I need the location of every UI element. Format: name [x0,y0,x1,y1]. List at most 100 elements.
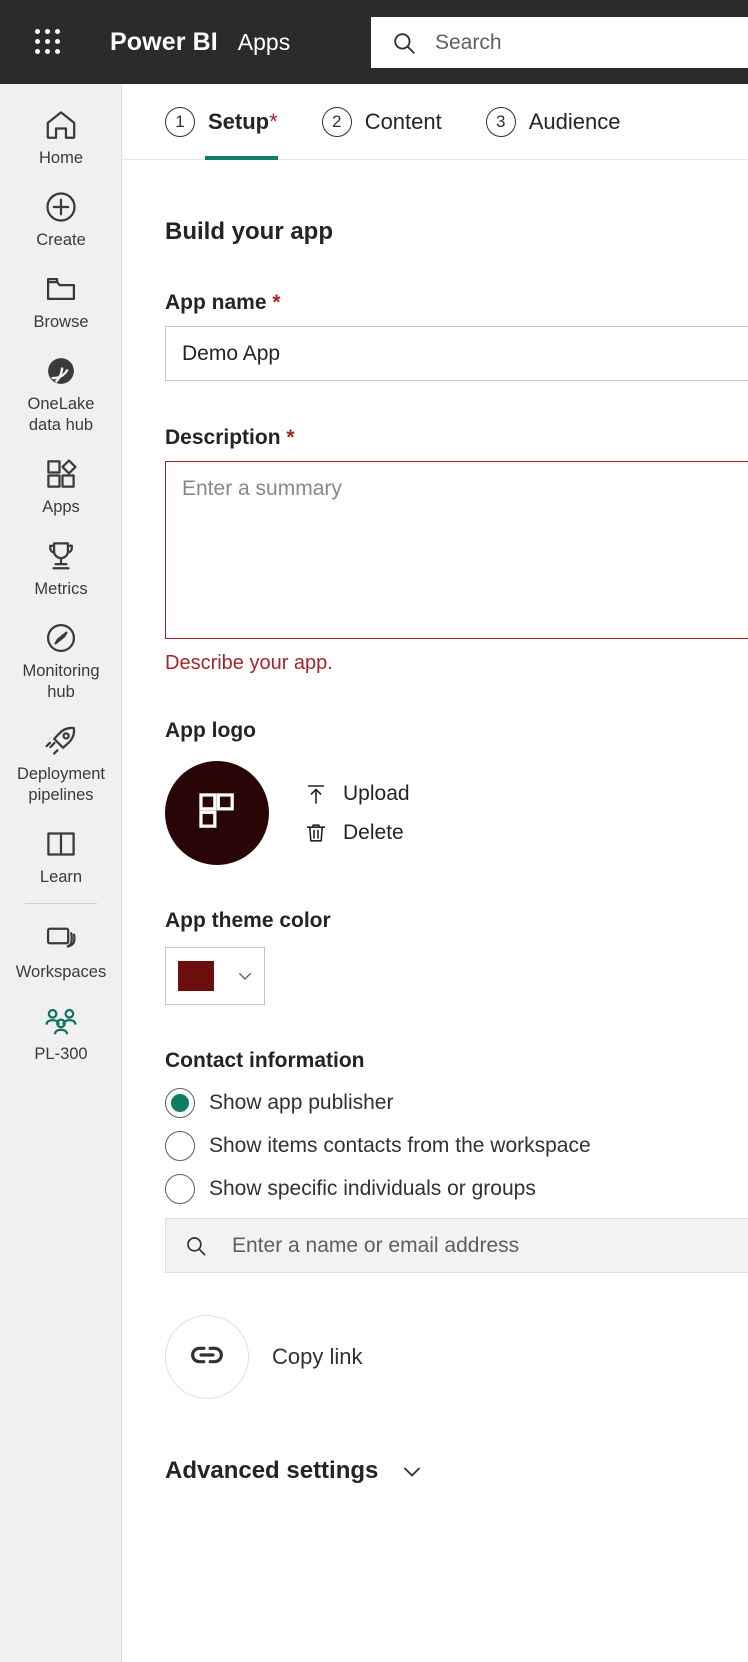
radio-show-app-publisher[interactable]: Show app publisher [165,1081,748,1124]
app-theme-color-picker[interactable] [165,947,265,1005]
page-title: Build your app [165,218,333,245]
required-asterisk: * [269,108,278,134]
upload-logo-button[interactable]: Upload [303,782,410,806]
sidebar-item-label: OneLake data hub [27,395,95,434]
description-error-message: Describe your app. [165,652,333,674]
compass-icon [43,618,79,658]
radio-button[interactable] [165,1087,195,1118]
advanced-settings-label: Advanced settings [165,1457,379,1484]
folder-icon [43,269,79,309]
home-icon [43,105,79,145]
app-logo-preview [165,761,269,865]
sidebar-item-label: Workspaces [15,963,107,981]
copy-link-label: Copy link [272,1344,363,1369]
radio-button[interactable] [165,1173,195,1204]
grid-waffle-icon[interactable] [28,22,68,62]
step-number: 2 [321,106,352,137]
radio-show-items-contacts[interactable]: Show items contacts from the workspace [165,1124,748,1167]
theme-color-swatch [178,961,214,991]
power-bi-app-window: Power BI Apps Search Home Create Browse … [0,0,748,1662]
sidebar-item-home[interactable]: Home [0,96,121,178]
link-icon [186,1334,228,1381]
app-name-label-text: App name [165,291,267,314]
step-number: 1 [165,106,195,137]
upload-logo-label: Upload [343,781,410,805]
contact-information-label: Contact information [165,1049,365,1072]
contact-information-radio-group: Show app publisher Show items contacts f… [165,1081,748,1210]
delete-logo-button[interactable]: Delete [303,821,410,845]
people-picker-placeholder: Enter a name or email address [232,1233,520,1257]
search-input[interactable]: Search [371,17,748,68]
setup-form: Build your app App name * Demo App Descr… [122,218,748,1485]
upload-arrow-icon [303,782,329,806]
chevron-down-icon [400,1459,424,1483]
required-asterisk: * [272,291,281,314]
radio-button[interactable] [165,1130,195,1161]
people-picker-input[interactable]: Enter a name or email address [165,1218,748,1273]
sidebar-item-monitoring-hub[interactable]: Monitoring hub [0,609,121,712]
sidebar-item-learn[interactable]: Learn [0,815,121,897]
app-name-input[interactable]: Demo App [165,326,748,381]
sidebar-divider [24,903,97,904]
tab-audience[interactable]: 3 Audience [485,84,621,160]
trash-icon [303,821,329,845]
tab-label: Content [364,108,442,134]
tab-label: Setup [208,108,270,134]
description-label: Description * [165,426,748,450]
copy-link-button[interactable] [165,1315,249,1399]
app-logo-actions: Upload Delete [303,782,410,845]
tab-content[interactable]: 2 Content [321,84,442,160]
sidebar-item-browse[interactable]: Browse [0,260,121,342]
brand-title[interactable]: Power BI [110,28,218,57]
sidebar-item-label: PL-300 [34,1045,88,1063]
app-theme-color-label: App theme color [165,909,331,932]
sidebar-item-apps[interactable]: Apps [0,445,121,527]
delete-logo-label: Delete [343,820,404,844]
tab-setup[interactable]: 1 Setup * [165,84,278,160]
sidebar-item-onelake-data-hub[interactable]: OneLake data hub [0,342,121,445]
sidebar-item-create[interactable]: Create [0,178,121,260]
left-navigation-sidebar: Home Create Browse OneLake data hub Apps… [0,84,122,1662]
step-number: 3 [485,106,516,137]
sidebar-item-label: Learn [39,868,83,886]
sidebar-item-label: Home [38,149,83,167]
search-placeholder: Search [435,30,502,54]
sidebar-item-label: Deployment pipelines [16,765,106,804]
plus-circle-icon [43,187,79,227]
sidebar-item-workspaces[interactable]: Workspaces [0,910,121,992]
sidebar-item-deployment-pipelines[interactable]: Deployment pipelines [0,712,121,815]
workspaces-stack-icon [43,919,79,959]
search-icon [184,1234,208,1258]
tab-label: Audience [528,108,621,134]
description-label-text: Description [165,426,281,449]
radio-label: Show app publisher [209,1090,394,1114]
search-icon [391,30,417,56]
app-logo-label: App logo [165,719,256,742]
app-logo-row: Upload Delete [165,761,748,865]
sidebar-item-label: Create [36,231,86,249]
onelake-icon [43,351,79,391]
book-icon [43,824,79,864]
radio-show-specific-individuals[interactable]: Show specific individuals or groups [165,1167,748,1210]
sidebar-item-pl-300[interactable]: PL-300 [0,992,121,1074]
sidebar-item-metrics[interactable]: Metrics [0,527,121,609]
fabric-grid-logo-icon [191,785,243,842]
sidebar-item-label: Metrics [34,580,88,598]
copy-link-row: Copy link [165,1315,748,1399]
chevron-down-icon [236,967,254,985]
rocket-icon [43,721,79,761]
people-group-icon [43,1001,79,1041]
trophy-icon [43,536,79,576]
sidebar-item-label: Browse [33,313,89,331]
top-navigation-bar: Power BI Apps Search [0,0,748,84]
apps-grid-icon [43,454,79,494]
sidebar-item-label: Apps [42,498,80,516]
wizard-step-tabs: 1 Setup * 2 Content 3 Audience [122,84,748,160]
app-name-label: App name * [165,291,748,315]
main-content-area: 1 Setup * 2 Content 3 Audience Build your… [122,84,748,1662]
section-title-apps[interactable]: Apps [238,29,290,56]
description-textarea[interactable]: Enter a summary [165,461,748,639]
advanced-settings-toggle[interactable]: Advanced settings [165,1457,748,1485]
radio-label: Show items contacts from the workspace [209,1133,591,1157]
required-asterisk: * [286,426,295,449]
